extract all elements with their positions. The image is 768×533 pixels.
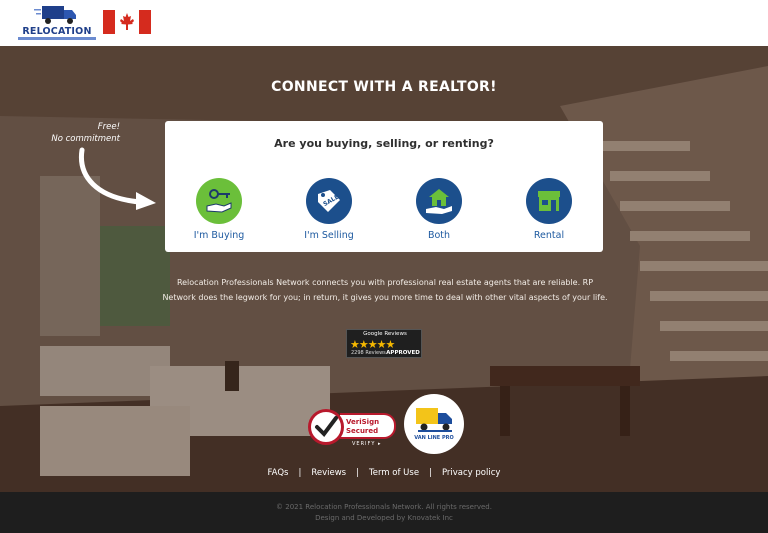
site-header: RELOCATION <box>0 0 768 46</box>
footer-link-terms[interactable]: Term of Use <box>359 468 429 478</box>
option-buying-circle <box>196 178 242 224</box>
google-reviews-badge[interactable]: Google Reviews ★★★★★ 2298 Reviews APPROV… <box>346 329 422 358</box>
vanline-pro-badge[interactable]: VAN LINE PRO <box>404 394 464 454</box>
vanline-pro-name: VAN LINE PRO <box>414 435 454 441</box>
copyright-bar: © 2021 Relocation Professionals Network.… <box>0 492 768 533</box>
checkmark-icon <box>315 416 338 438</box>
verisign-name: VeriSign Secured <box>346 418 379 436</box>
free-note-line1: Free! <box>97 122 120 132</box>
option-rental[interactable]: Rental <box>504 178 594 244</box>
option-both-label: Both <box>427 230 451 241</box>
verisign-label-box: VeriSign Secured <box>340 413 396 439</box>
free-note-line2: No commitment <box>51 134 120 144</box>
verisign-verify: VERIFY ▸ <box>352 441 382 447</box>
google-reviews-title: Google Reviews <box>363 331 407 337</box>
canada-flag <box>103 10 151 34</box>
verisign-check-circle <box>308 409 344 445</box>
free-note: Free! No commitment <box>44 121 120 145</box>
hero-section: CONNECT WITH A REALTOR! Free! No commitm… <box>0 46 768 492</box>
option-rental-label: Rental <box>533 230 565 241</box>
option-selling-label: I'm Selling <box>304 230 354 241</box>
option-buying-label: I'm Buying <box>193 230 245 241</box>
option-selling[interactable]: SALE I'm Selling <box>284 178 374 244</box>
curved-arrow-icon <box>78 147 156 210</box>
house-hand-icon <box>426 189 452 214</box>
verisign-badge[interactable]: VeriSign Secured VERIFY ▸ <box>306 403 396 449</box>
hero-title: CONNECT WITH A REALTOR! <box>271 79 497 95</box>
option-selling-circle: SALE <box>306 178 352 224</box>
network-description: Relocation Professionals Network connect… <box>162 278 608 302</box>
footer-links: FAQs | Reviews | Term of Use | Privacy policy <box>0 468 768 478</box>
option-rental-circle <box>526 178 572 224</box>
van-truck-icon <box>416 408 452 432</box>
footer-link-privacy[interactable]: Privacy policy <box>432 468 511 478</box>
intent-card: Are you buying, selling, or renting? I'm… <box>165 121 603 252</box>
logo-text: RELOCATION <box>22 26 92 37</box>
option-both-circle <box>416 178 462 224</box>
truck-icon <box>34 6 76 24</box>
key-hand-icon <box>206 189 232 213</box>
sale-tag-icon: SALE <box>318 190 340 212</box>
copyright-text: © 2021 Relocation Professionals Network.… <box>276 503 492 511</box>
logo-tagline-bar <box>18 37 96 40</box>
verisign-line1: VeriSign <box>346 418 380 426</box>
option-buying[interactable]: I'm Buying <box>174 178 264 244</box>
storefront-icon <box>538 191 560 211</box>
maple-leaf-icon <box>120 13 134 30</box>
google-reviews-count: 2298 Reviews <box>351 350 386 356</box>
google-reviews-approved: APPROVED <box>386 350 420 356</box>
footer-link-reviews[interactable]: Reviews <box>301 468 356 478</box>
footer-link-faqs[interactable]: FAQs <box>258 468 299 478</box>
intent-question: Are you buying, selling, or renting? <box>274 137 494 150</box>
relocation-logo[interactable]: RELOCATION <box>18 4 96 42</box>
developer-credit: Design and Developed by Knovatek Inc <box>315 514 453 522</box>
verisign-line2: Secured <box>346 427 379 435</box>
option-both[interactable]: Both <box>394 178 484 244</box>
